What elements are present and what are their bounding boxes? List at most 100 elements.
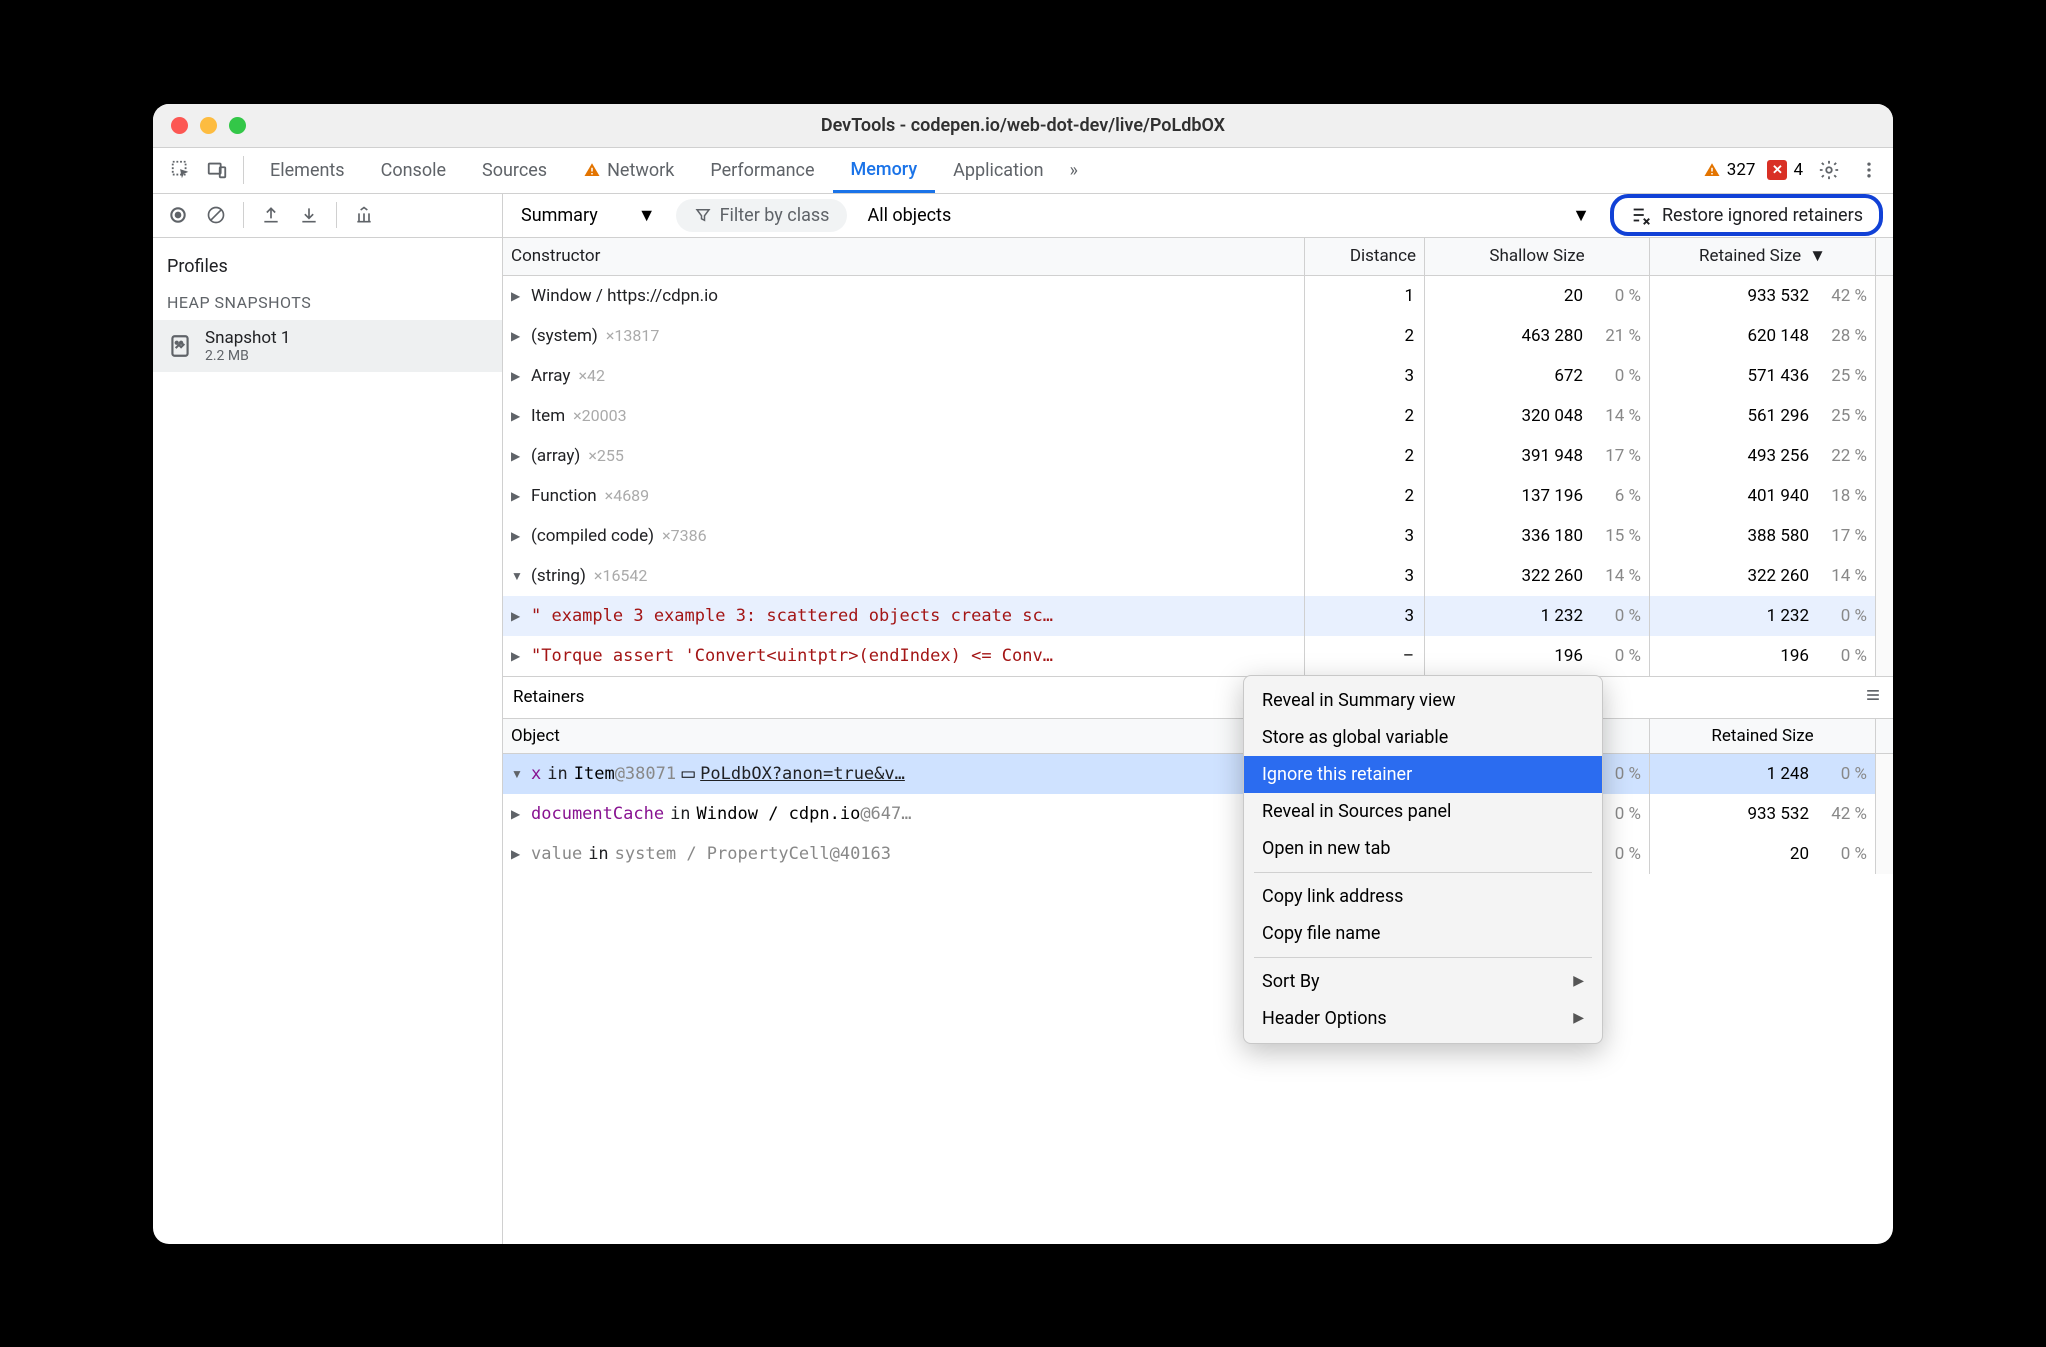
close-window-button[interactable]	[171, 117, 188, 134]
col-shallow-size[interactable]: Shallow Size	[1425, 238, 1650, 275]
tab-performance[interactable]: Performance	[692, 148, 832, 193]
col-retained-size[interactable]: Retained Size	[1650, 719, 1875, 753]
retained-cell: 493 25622 %	[1650, 436, 1875, 476]
col-label: Retained Size	[1699, 246, 1801, 266]
menu-item[interactable]: Reveal in Sources panel	[1244, 793, 1602, 830]
warnings-count[interactable]: 327	[1703, 160, 1756, 180]
more-menu-icon[interactable]	[1855, 156, 1883, 184]
view-mode-dropdown[interactable]: Summary ▼	[513, 201, 664, 230]
menu-item-label: Header Options	[1262, 1008, 1387, 1029]
retained-cell: 200 %	[1650, 834, 1875, 874]
menu-item-label: Ignore this retainer	[1262, 764, 1412, 785]
settings-icon[interactable]	[1815, 156, 1843, 184]
menu-item[interactable]: Open in new tab	[1244, 830, 1602, 867]
source-link[interactable]: PoLdbOX?anon=true&v…	[700, 764, 905, 784]
expand-toggle-icon[interactable]: ▶	[511, 289, 525, 303]
dropdown-label: Summary	[521, 205, 598, 226]
expand-toggle-icon[interactable]: ▶	[511, 489, 525, 503]
string-child-row[interactable]: ▶ " example 3 example 3: scattered objec…	[503, 596, 1893, 636]
scrollbar-gutter	[1875, 276, 1893, 316]
maximize-window-button[interactable]	[229, 117, 246, 134]
menu-item[interactable]: Sort By▶	[1244, 963, 1602, 1000]
tab-label: Application	[953, 160, 1043, 181]
constructor-row[interactable]: ▶ Array ×42 3 6720 % 571 43625 %	[503, 356, 1893, 396]
expand-toggle-icon[interactable]: ▶	[511, 329, 525, 343]
tab-application[interactable]: Application	[935, 148, 1061, 193]
menu-item-label: Copy link address	[1262, 886, 1403, 907]
expand-toggle-icon[interactable]: ▶	[511, 807, 525, 821]
scrollbar-gutter	[1875, 356, 1893, 396]
menu-item-label: Reveal in Sources panel	[1262, 801, 1451, 822]
download-button[interactable]	[292, 198, 326, 232]
shallow-cell: 336 18015 %	[1425, 516, 1650, 556]
constructor-row[interactable]: ▶ (array) ×255 2 391 94817 % 493 25622 %	[503, 436, 1893, 476]
constructor-row[interactable]: ▶ (system) ×13817 2 463 28021 % 620 1482…	[503, 316, 1893, 356]
all-objects-dropdown[interactable]: All objects ▼	[859, 201, 1598, 230]
count-value: 327	[1727, 160, 1756, 180]
instance-count: ×7386	[662, 526, 707, 545]
retained-cell: 561 29625 %	[1650, 396, 1875, 436]
col-distance[interactable]: Distance	[1305, 238, 1425, 275]
scrollbar-gutter	[1875, 834, 1893, 874]
snapshot-item[interactable]: Snapshot 1 2.2 MB	[153, 320, 502, 372]
tabs-overflow-button[interactable]: »	[1062, 148, 1086, 193]
constructor-row[interactable]: ▶ Function ×4689 2 137 1966 % 401 94018 …	[503, 476, 1893, 516]
object-name: Item	[574, 764, 615, 784]
clear-button[interactable]	[199, 198, 233, 232]
constructor-name: (string)	[531, 566, 586, 586]
menu-item[interactable]: Copy link address	[1244, 878, 1602, 915]
chevron-down-icon: ▼	[1572, 205, 1590, 226]
retained-cell: 933 53242 %	[1650, 794, 1875, 834]
constructor-row[interactable]: ▼ (string) ×16542 3 322 26014 % 322 2601…	[503, 556, 1893, 596]
shallow-cell: 322 26014 %	[1425, 556, 1650, 596]
expand-toggle-icon[interactable]: ▼	[511, 569, 525, 583]
retainer-row[interactable]: ▶ valueinsystem / PropertyCell @40163 20…	[503, 834, 1893, 874]
dropdown-label: All objects	[867, 205, 951, 226]
restore-ignored-retainers-button[interactable]: Restore ignored retainers	[1610, 194, 1883, 236]
menu-item[interactable]: Reveal in Summary view	[1244, 682, 1602, 719]
expand-toggle-icon[interactable]: ▶	[511, 409, 525, 423]
constructor-row[interactable]: ▶ Item ×20003 2 320 04814 % 561 29625 %	[503, 396, 1893, 436]
constructor-row[interactable]: ▶ (compiled code) ×7386 3 336 18015 % 38…	[503, 516, 1893, 556]
shallow-cell: 391 94817 %	[1425, 436, 1650, 476]
upload-button[interactable]	[254, 198, 288, 232]
errors-count[interactable]: ✕ 4	[1767, 160, 1803, 180]
expand-toggle-icon[interactable]: ▶	[511, 449, 525, 463]
main-area: Profiles HEAP SNAPSHOTS Snapshot 1 2.2 M…	[153, 238, 1893, 1244]
tab-elements[interactable]: Elements	[252, 148, 363, 193]
garbage-collect-button[interactable]	[347, 198, 381, 232]
col-constructor[interactable]: Constructor	[503, 238, 1305, 275]
tab-memory[interactable]: Memory	[833, 148, 936, 193]
minimize-window-button[interactable]	[200, 117, 217, 134]
menu-item[interactable]: Copy file name	[1244, 915, 1602, 952]
property-name: x	[531, 764, 541, 784]
filter-input[interactable]: Filter by class	[676, 199, 848, 232]
expand-toggle-icon[interactable]: ▶	[511, 529, 525, 543]
expand-toggle-icon[interactable]: ▶	[511, 847, 525, 861]
string-child-row[interactable]: ▶ "Torque assert 'Convert<uintptr>(endIn…	[503, 636, 1893, 676]
menu-item[interactable]: Store as global variable	[1244, 719, 1602, 756]
col-object[interactable]: Object	[503, 719, 1305, 753]
retainer-row[interactable]: ▶ documentCacheinWindow / cdpn.io @647… …	[503, 794, 1893, 834]
tab-network[interactable]: Network	[565, 148, 692, 193]
retained-cell: 620 14828 %	[1650, 316, 1875, 356]
device-toggle-icon[interactable]	[199, 152, 235, 188]
inspect-element-icon[interactable]	[163, 152, 199, 188]
expand-toggle-icon[interactable]: ▶	[511, 609, 525, 623]
retainers-menu-icon[interactable]	[1863, 685, 1883, 710]
instance-count: ×42	[578, 366, 605, 385]
record-button[interactable]	[161, 198, 195, 232]
retainer-row[interactable]: ▼ xinItem @38071 ▭ PoLdbOX?anon=true&v… …	[503, 754, 1893, 794]
col-retained-size[interactable]: Retained Size ▼	[1650, 238, 1875, 275]
context-menu: Reveal in Summary viewStore as global va…	[1243, 675, 1603, 1044]
menu-item[interactable]: Header Options▶	[1244, 1000, 1602, 1037]
tab-console[interactable]: Console	[363, 148, 464, 193]
menu-item[interactable]: Ignore this retainer	[1244, 756, 1602, 793]
constructor-row[interactable]: ▶ Window / https://cdpn.io 1 200 % 933 5…	[503, 276, 1893, 316]
in-word: in	[547, 764, 567, 784]
expand-toggle-icon[interactable]: ▼	[511, 767, 525, 781]
expand-toggle-icon[interactable]: ▶	[511, 649, 525, 663]
tab-sources[interactable]: Sources	[464, 148, 565, 193]
object-cell: ▶ valueinsystem / PropertyCell @40163	[503, 834, 1305, 874]
expand-toggle-icon[interactable]: ▶	[511, 369, 525, 383]
